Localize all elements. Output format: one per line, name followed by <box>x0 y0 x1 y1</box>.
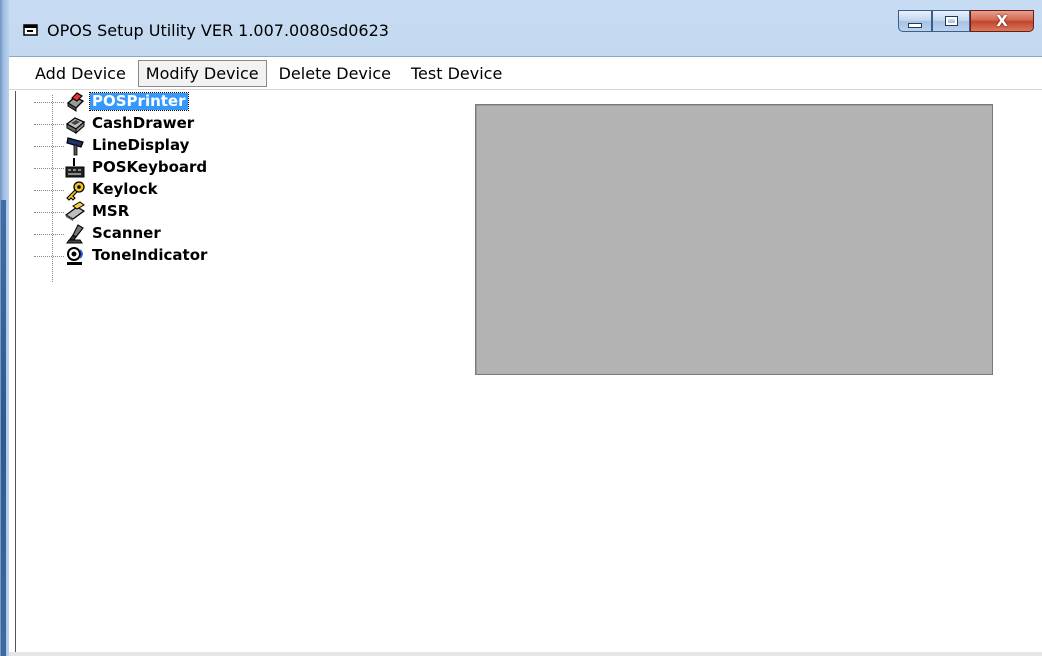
window-title: OPOS Setup Utility VER 1.007.0080sd0623 <box>47 20 389 40</box>
close-button[interactable]: X <box>970 10 1034 32</box>
printer-icon <box>64 91 86 113</box>
device-tree: POSPrinter CashDrawer LineDisplay POSKey… <box>34 91 334 282</box>
window-left-border <box>0 0 9 656</box>
menu-bar: Add Device Modify Device Delete Device T… <box>9 57 1042 89</box>
caption-buttons: X <box>898 10 1034 34</box>
tree-item-label: LineDisplay <box>92 136 190 154</box>
tree-item-keylock[interactable]: Keylock <box>34 179 334 201</box>
tree-item-poskeyboard[interactable]: POSKeyboard <box>34 157 334 179</box>
tree-item-posprinter[interactable]: POSPrinter <box>34 91 334 113</box>
tree-item-label: CashDrawer <box>92 114 195 132</box>
maximize-icon <box>944 16 958 26</box>
tree-item-label: ToneIndicator <box>92 246 208 264</box>
line-display-icon <box>64 135 86 157</box>
keyboard-icon <box>64 157 86 179</box>
minimize-button[interactable] <box>898 10 932 32</box>
menu-delete-device[interactable]: Delete Device <box>271 60 399 87</box>
maximize-button[interactable] <box>932 10 970 32</box>
app-icon <box>23 23 39 37</box>
app-window: OPOS Setup Utility VER 1.007.0080sd0623 … <box>0 0 1042 656</box>
menu-test-device[interactable]: Test Device <box>403 60 510 87</box>
client-area: Add Device Modify Device Delete Device T… <box>9 56 1042 656</box>
bottom-edge <box>9 652 1042 656</box>
cash-drawer-icon <box>64 113 86 135</box>
menu-add-device[interactable]: Add Device <box>27 60 134 87</box>
tree-item-msr[interactable]: MSR <box>34 201 334 223</box>
tree-item-label: MSR <box>92 202 130 220</box>
menu-divider <box>9 89 1042 90</box>
tree-item-label: POSKeyboard <box>92 158 208 176</box>
tree-item-toneindicator[interactable]: ToneIndicator <box>34 245 334 267</box>
menu-modify-device[interactable]: Modify Device <box>137 59 267 87</box>
tree-item-label: Scanner <box>92 224 161 242</box>
minimize-icon <box>908 22 922 28</box>
title-bar[interactable]: OPOS Setup Utility VER 1.007.0080sd0623 … <box>9 10 1042 50</box>
tree-item-label: Keylock <box>92 180 158 198</box>
key-icon <box>64 179 86 201</box>
tree-item-cashdrawer[interactable]: CashDrawer <box>34 113 334 135</box>
close-icon: X <box>996 12 1008 30</box>
card-reader-icon <box>64 201 86 223</box>
device-preview-panel <box>475 104 993 375</box>
content-area: POSPrinter CashDrawer LineDisplay POSKey… <box>15 91 1042 656</box>
tree-item-label: POSPrinter <box>89 92 189 111</box>
tree-item-linedisplay[interactable]: LineDisplay <box>34 135 334 157</box>
speaker-icon <box>64 245 86 267</box>
scanner-icon <box>64 223 86 245</box>
tree-item-scanner[interactable]: Scanner <box>34 223 334 245</box>
